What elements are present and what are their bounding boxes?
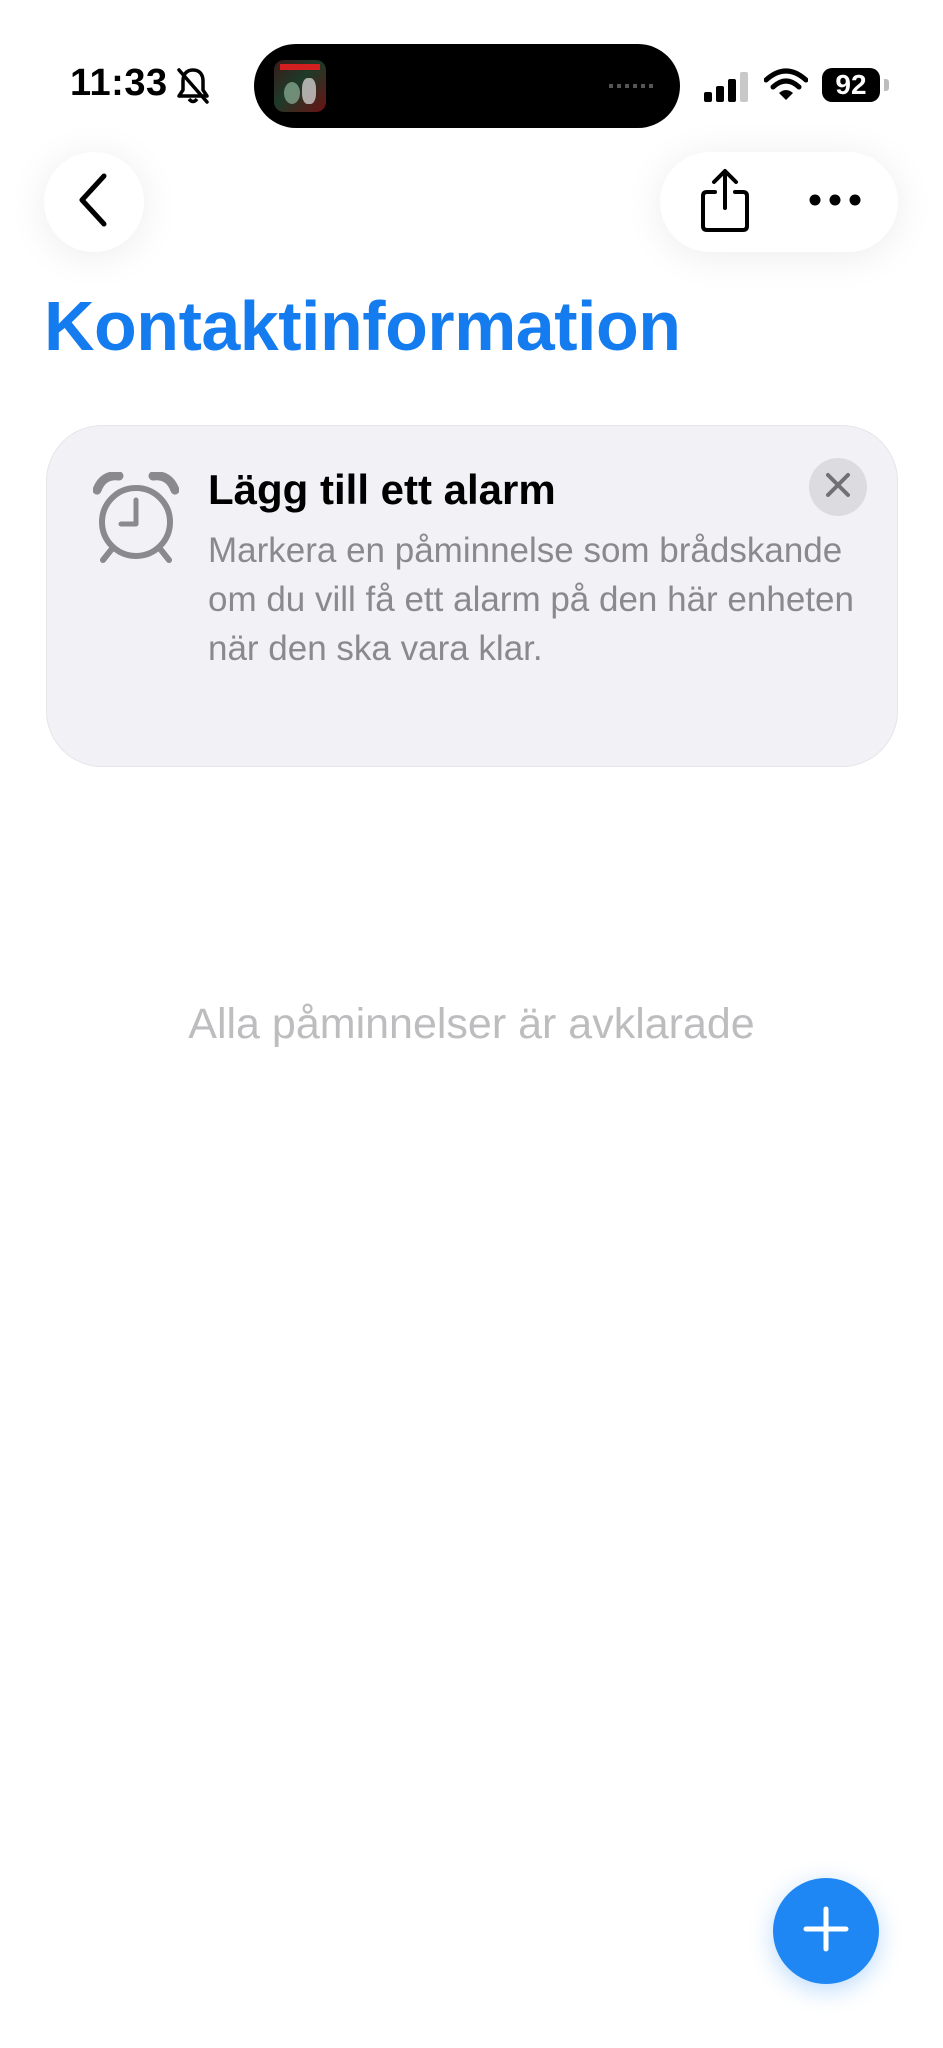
share-icon [699, 168, 751, 237]
wifi-icon [763, 68, 809, 102]
tip-body: Markera en påminnelse som brådskande om … [208, 531, 854, 668]
battery-nub [884, 79, 889, 91]
signal-icon [704, 72, 752, 102]
share-button[interactable] [690, 166, 760, 238]
dynamic-island[interactable] [254, 44, 680, 128]
now-playing-artwork[interactable] [274, 60, 326, 112]
close-tip-button[interactable] [809, 458, 867, 516]
close-icon [825, 472, 851, 503]
audio-waveform-icon [609, 84, 657, 88]
alarm-clock-icon [92, 471, 180, 564]
plus-icon [802, 1905, 850, 1958]
tip-title: Lägg till ett alarm [208, 466, 556, 513]
empty-state-text: Alla påminnelser är avklarade [188, 1000, 755, 1048]
chevron-left-icon [74, 172, 114, 233]
page-title: Kontaktinformation [44, 287, 681, 365]
status-bar: 11:33 92 [0, 0, 943, 130]
bell-slash-icon [176, 66, 210, 106]
more-button[interactable] [800, 172, 870, 232]
ellipsis-icon [809, 193, 861, 211]
alarm-tip-card: Lägg till ett alarm Markera en påminnels… [46, 425, 898, 767]
battery-icon: 92 [822, 68, 880, 102]
add-reminder-button[interactable] [773, 1878, 879, 1984]
back-button[interactable] [44, 152, 144, 252]
nav-actions [660, 152, 898, 252]
status-time: 11:33 [70, 62, 168, 104]
